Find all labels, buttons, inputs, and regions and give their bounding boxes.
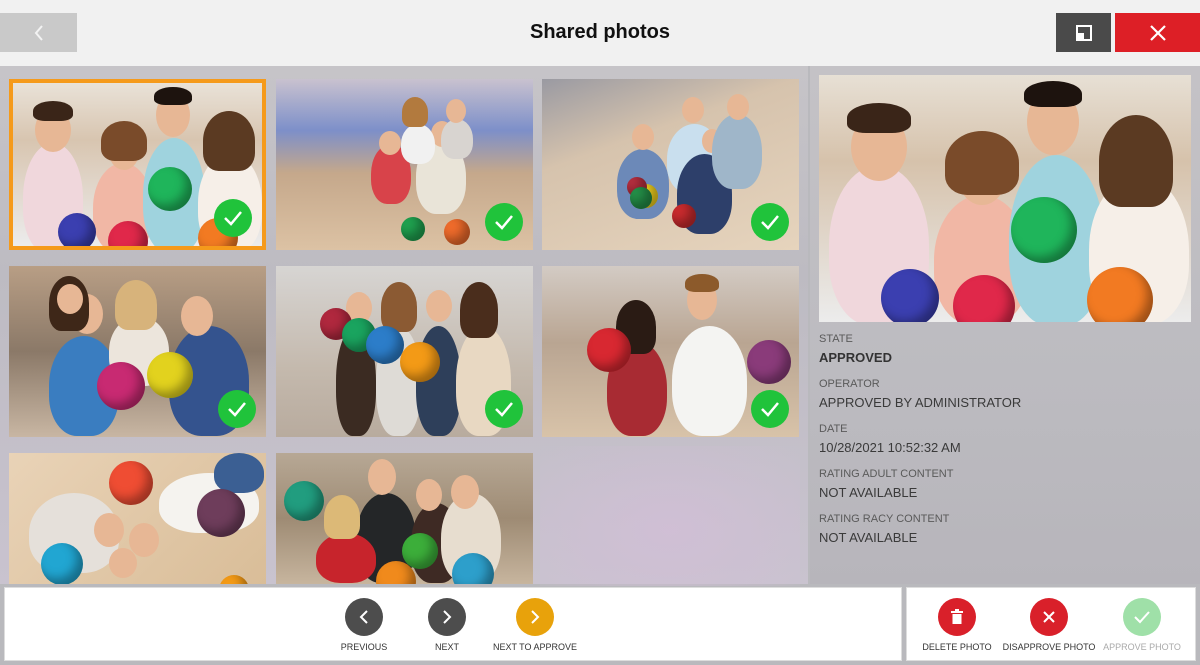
delete-photo-button[interactable] — [938, 598, 976, 636]
photo-thumbnail[interactable] — [276, 453, 533, 584]
date-label: DATE — [819, 423, 848, 435]
date-value: 10/28/2021 10:52:32 AM — [819, 440, 961, 455]
approved-badge — [485, 203, 523, 241]
next-to-approve-button[interactable] — [516, 598, 554, 636]
state-field: STATE APPROVED — [819, 333, 892, 365]
photo-image — [542, 79, 799, 250]
close-icon — [1149, 24, 1166, 41]
photo-image — [276, 79, 533, 250]
photo-preview — [819, 75, 1191, 322]
approved-badge — [751, 203, 789, 241]
operator-field: OPERATOR APPROVED BY ADMINISTRATOR — [819, 378, 1021, 410]
photo-image — [276, 453, 533, 584]
page-title: Shared photos — [529, 21, 670, 43]
photo-details-panel: STATE APPROVED OPERATOR APPROVED BY ADMI… — [810, 66, 1200, 584]
approved-badge — [214, 199, 252, 237]
photo-image — [9, 266, 266, 437]
photo-thumbnail[interactable] — [276, 266, 533, 437]
trash-icon — [951, 609, 963, 624]
close-button[interactable] — [1115, 13, 1200, 52]
photo-image — [9, 453, 266, 584]
approve-photo-label: APPROVE PHOTO — [1103, 642, 1181, 652]
photo-thumbnail[interactable] — [542, 79, 799, 250]
adult-rating-field: RATING ADULT CONTENT NOT AVAILABLE — [819, 468, 953, 500]
photo-thumbnail[interactable] — [9, 79, 266, 250]
check-icon — [761, 402, 779, 417]
photo-thumbnail[interactable] — [276, 79, 533, 250]
approved-badge — [485, 390, 523, 428]
photo-thumbnail[interactable] — [9, 266, 266, 437]
check-icon — [224, 211, 242, 226]
photo-image — [542, 266, 799, 437]
header-bar: Shared photos — [0, 0, 1200, 66]
delete-photo-label: DELETE PHOTO — [922, 642, 992, 652]
approved-badge — [218, 390, 256, 428]
approve-photo-button[interactable] — [1123, 598, 1161, 636]
adult-rating-value: NOT AVAILABLE — [819, 485, 918, 500]
operator-value: APPROVED BY ADMINISTRATOR — [819, 395, 1022, 410]
racy-rating-label: RATING RACY CONTENT — [819, 513, 950, 525]
close-icon — [1043, 611, 1055, 623]
adult-rating-label: RATING ADULT CONTENT — [819, 468, 954, 480]
chevron-right-icon — [443, 610, 452, 624]
date-field: DATE 10/28/2021 10:52:32 AM — [819, 423, 961, 455]
photo-thumbnail[interactable] — [542, 266, 799, 437]
restore-window-button[interactable] — [1056, 13, 1111, 52]
navigation-bar: PREVIOUS NEXT NEXT TO APPROVE — [4, 587, 902, 661]
photo-image — [13, 83, 262, 246]
disapprove-photo-button[interactable] — [1030, 598, 1068, 636]
photo-thumbnail[interactable] — [9, 453, 266, 584]
state-label: STATE — [819, 333, 853, 345]
chevron-right-icon — [531, 610, 540, 624]
next-label: NEXT — [434, 642, 460, 652]
check-icon — [228, 402, 246, 417]
chevron-left-icon — [359, 610, 368, 624]
previous-label: PREVIOUS — [340, 642, 388, 652]
state-value: APPROVED — [819, 350, 892, 365]
restore-window-icon — [1075, 24, 1092, 41]
photo-image — [276, 266, 533, 437]
approved-badge — [751, 390, 789, 428]
photo-actions-bar: DELETE PHOTO DISAPPROVE PHOTO APPROVE PH… — [906, 587, 1196, 661]
check-icon — [495, 402, 513, 417]
previous-button[interactable] — [345, 598, 383, 636]
racy-rating-value: NOT AVAILABLE — [819, 530, 918, 545]
next-to-approve-label: NEXT TO APPROVE — [492, 642, 578, 652]
check-icon — [495, 215, 513, 230]
operator-label: OPERATOR — [819, 378, 880, 390]
disapprove-photo-label: DISAPPROVE PHOTO — [1002, 642, 1096, 652]
check-icon — [761, 215, 779, 230]
racy-rating-field: RATING RACY CONTENT NOT AVAILABLE — [819, 513, 949, 545]
check-icon — [1134, 611, 1150, 624]
next-button[interactable] — [428, 598, 466, 636]
